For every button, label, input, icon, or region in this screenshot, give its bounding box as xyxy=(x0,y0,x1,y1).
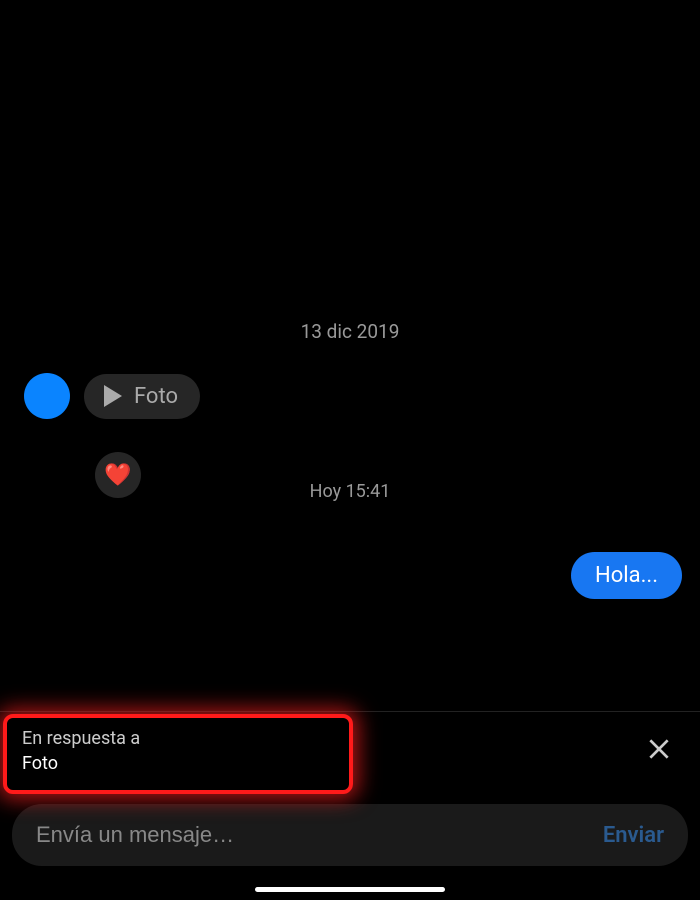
input-pill[interactable]: Enviar xyxy=(12,804,688,866)
message-input[interactable] xyxy=(36,822,603,848)
outgoing-bubble[interactable]: Hola... xyxy=(571,552,682,599)
heart-icon: ❤️ xyxy=(104,463,131,488)
home-indicator[interactable] xyxy=(255,887,445,892)
reply-title: En respuesta a xyxy=(22,728,140,749)
send-button[interactable]: Enviar xyxy=(603,823,664,848)
incoming-message-row[interactable]: Foto xyxy=(0,373,700,419)
messages-area[interactable]: 13 dic 2019 Foto ❤️ Hoy 15:41 Hola... xyxy=(0,0,700,711)
reply-content-preview: Foto xyxy=(22,753,140,774)
close-icon xyxy=(646,736,672,762)
avatar[interactable] xyxy=(24,373,70,419)
chat-container: 13 dic 2019 Foto ❤️ Hoy 15:41 Hola... En… xyxy=(0,0,700,900)
photo-message-bubble[interactable]: Foto xyxy=(84,374,200,419)
photo-label: Foto xyxy=(134,384,178,409)
composer: Enviar xyxy=(0,790,700,900)
date-separator: 13 dic 2019 xyxy=(0,320,700,343)
outgoing-message-row[interactable]: Hola... xyxy=(0,552,700,599)
reply-info[interactable]: En respuesta a Foto xyxy=(22,728,140,774)
play-icon xyxy=(104,385,122,407)
close-reply-button[interactable] xyxy=(646,735,678,767)
reply-context-bar: En respuesta a Foto xyxy=(0,711,700,790)
reaction-badge[interactable]: ❤️ xyxy=(95,452,141,498)
